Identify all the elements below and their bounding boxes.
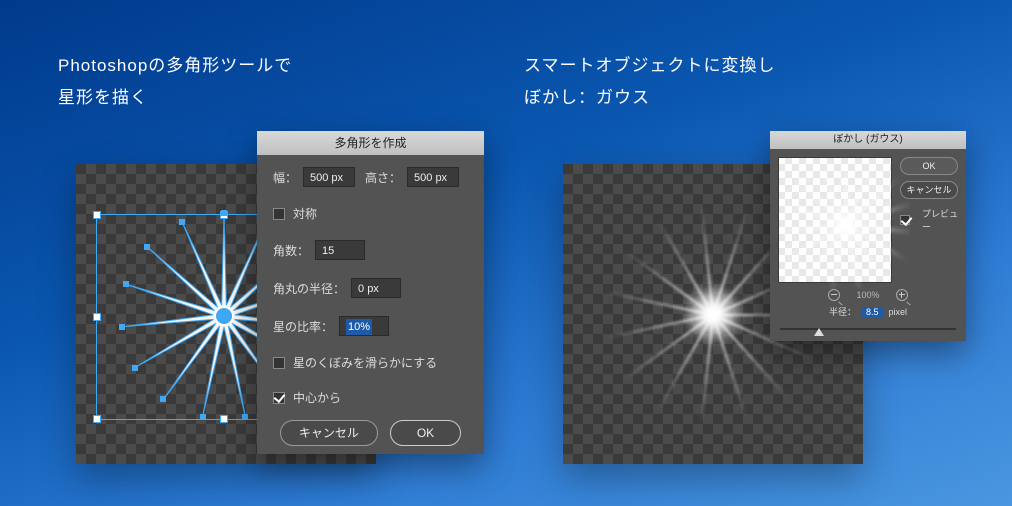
smooth-indents-label: 星のくぼみを滑らかにする: [293, 354, 437, 371]
radius-label: 半径：: [829, 305, 856, 318]
star-ratio-label: 星の比率：: [273, 318, 333, 335]
from-center-checkbox[interactable]: [273, 392, 285, 404]
path-anchor[interactable]: [242, 414, 248, 420]
corner-radius-input[interactable]: 0 px: [351, 278, 401, 298]
path-anchor[interactable]: [221, 210, 227, 216]
slider-thumb[interactable]: [814, 323, 824, 336]
sides-input[interactable]: 15: [315, 240, 365, 260]
cancel-button[interactable]: キャンセル: [280, 420, 378, 446]
star-ratio-input[interactable]: 10%: [339, 316, 389, 336]
smooth-indents-checkbox[interactable]: [273, 357, 285, 369]
caption-gaussian: スマートオブジェクトに変換し ぼかし：ガウス: [524, 50, 776, 115]
resize-handle[interactable]: [93, 415, 101, 423]
path-anchor[interactable]: [132, 365, 138, 371]
height-input[interactable]: 500 px: [407, 167, 459, 187]
path-anchor[interactable]: [123, 281, 129, 287]
radius-input[interactable]: 8.5: [862, 307, 883, 317]
symmetry-label: 対称: [293, 205, 317, 222]
width-input[interactable]: 500 px: [303, 167, 355, 187]
radius-slider[interactable]: [780, 322, 956, 336]
create-polygon-dialog: 多角形を作成 幅： 500 px 高さ： 500 px 対称 角数： 15 角丸…: [257, 131, 484, 454]
dialog-title: 多角形を作成: [257, 131, 484, 155]
ok-button[interactable]: OK: [390, 420, 461, 446]
from-center-label: 中心から: [293, 389, 341, 406]
slider-track: [780, 328, 956, 330]
gaussian-blur-dialog: ぼかし (ガウス) OK キャンセル プレビュー 100% 半径： 8.5 pi…: [770, 131, 966, 341]
width-label: 幅：: [273, 169, 297, 186]
caption-line: Photoshopの多角形ツールで: [58, 50, 292, 82]
radius-unit: pixel: [889, 307, 908, 317]
resize-handle[interactable]: [93, 313, 101, 321]
caption-line: ぼかし：ガウス: [524, 82, 776, 114]
sides-label: 角数：: [273, 242, 309, 259]
path-anchor[interactable]: [119, 324, 125, 330]
resize-handle[interactable]: [220, 415, 228, 423]
caption-line: スマートオブジェクトに変換し: [524, 50, 776, 82]
symmetry-checkbox[interactable]: [273, 208, 285, 220]
zoom-in-icon[interactable]: [896, 289, 908, 301]
blur-preview-pane[interactable]: [778, 157, 892, 283]
path-anchor[interactable]: [160, 396, 166, 402]
preview-star-icon: [770, 149, 910, 289]
zoom-out-icon[interactable]: [828, 289, 840, 301]
zoom-value: 100%: [856, 290, 879, 300]
preview-label: プレビュー: [922, 207, 958, 233]
preview-checkbox[interactable]: [900, 215, 910, 225]
caption-polygon: Photoshopの多角形ツールで 星形を描く: [58, 50, 292, 115]
dialog-title: ぼかし (ガウス): [770, 131, 966, 149]
height-label: 高さ：: [365, 169, 401, 186]
path-anchor[interactable]: [179, 219, 185, 225]
caption-line: 星形を描く: [58, 82, 292, 114]
corner-radius-label: 角丸の半径：: [273, 280, 345, 297]
resize-handle[interactable]: [93, 211, 101, 219]
path-anchor[interactable]: [200, 414, 206, 420]
path-anchor[interactable]: [144, 244, 150, 250]
